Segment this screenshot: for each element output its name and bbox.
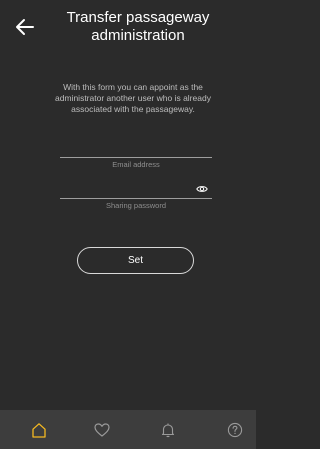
email-field[interactable] bbox=[60, 138, 212, 158]
sharing-password-field[interactable] bbox=[60, 179, 212, 199]
page-title: Transfer passageway administration bbox=[66, 9, 210, 44]
header: Transfer passageway administration bbox=[0, 0, 256, 58]
arrow-left-icon bbox=[16, 19, 34, 35]
help-icon bbox=[227, 422, 243, 438]
nav-home[interactable] bbox=[7, 410, 71, 449]
password-field-group: Sharing password bbox=[60, 179, 212, 211]
bottom-nav bbox=[0, 410, 256, 449]
nav-help[interactable] bbox=[203, 410, 267, 449]
nav-favorites[interactable] bbox=[70, 410, 134, 449]
password-field-label: Sharing password bbox=[105, 201, 167, 210]
eye-icon[interactable] bbox=[196, 184, 208, 194]
transfer-administration-screen: Transfer passageway administration With … bbox=[0, 0, 256, 449]
heart-icon bbox=[94, 423, 110, 437]
bell-icon bbox=[161, 423, 175, 438]
back-button[interactable] bbox=[14, 16, 36, 38]
home-icon bbox=[32, 423, 46, 438]
email-field-label: Email address bbox=[112, 160, 160, 169]
form-description: With this form you can appoint as the ad… bbox=[55, 82, 211, 114]
email-field-group: Email address bbox=[60, 138, 212, 170]
nav-notifications[interactable] bbox=[136, 410, 200, 449]
set-button[interactable]: Set bbox=[77, 247, 194, 274]
